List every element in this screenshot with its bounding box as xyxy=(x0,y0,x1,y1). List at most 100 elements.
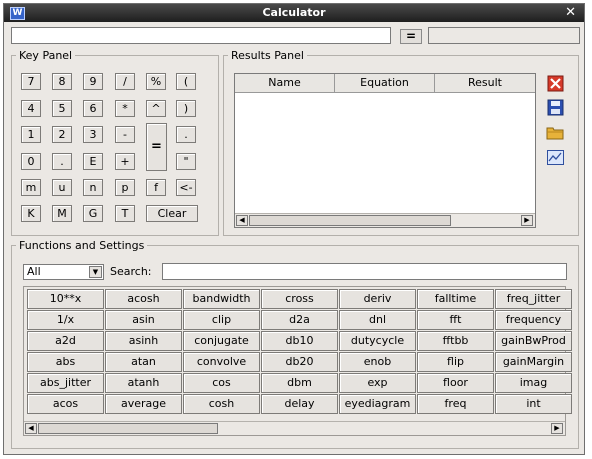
function-button[interactable]: atanh xyxy=(105,373,182,393)
function-button[interactable]: eyediagram xyxy=(339,394,416,414)
key-divide[interactable]: / xyxy=(115,73,135,90)
scroll-thumb[interactable] xyxy=(249,215,451,226)
chevron-down-icon[interactable]: ▼ xyxy=(89,266,102,278)
key-f[interactable]: f xyxy=(146,179,166,196)
function-button[interactable]: d2a xyxy=(261,310,338,330)
key-backspace[interactable]: <- xyxy=(176,179,196,196)
key-G[interactable]: G xyxy=(83,205,103,222)
results-table[interactable]: Name Equation Result ◀ ▶ xyxy=(234,73,536,228)
key-u[interactable]: u xyxy=(52,179,72,196)
function-button[interactable]: dnl xyxy=(339,310,416,330)
key-m[interactable]: m xyxy=(21,179,41,196)
key-dot[interactable]: . xyxy=(176,126,196,143)
function-button[interactable]: falltime xyxy=(417,289,494,309)
function-button[interactable]: 1/x xyxy=(27,310,104,330)
function-button[interactable]: imag xyxy=(495,373,572,393)
key-9[interactable]: 9 xyxy=(83,73,103,90)
key-p[interactable]: p xyxy=(115,179,135,196)
key-M[interactable]: M xyxy=(52,205,72,222)
key-5[interactable]: 5 xyxy=(52,100,72,117)
function-button[interactable]: gainBwProd xyxy=(495,331,572,351)
functions-scrollbar[interactable]: ◀ ▶ xyxy=(24,421,565,435)
scroll-thumb[interactable] xyxy=(38,423,218,434)
scroll-left-arrow-icon[interactable]: ◀ xyxy=(25,423,37,434)
delete-icon[interactable] xyxy=(546,75,565,92)
function-button[interactable]: freq xyxy=(417,394,494,414)
function-button[interactable]: cross xyxy=(261,289,338,309)
function-button[interactable]: acos xyxy=(27,394,104,414)
key-percent[interactable]: % xyxy=(146,73,166,90)
scroll-right-arrow-icon[interactable]: ▶ xyxy=(521,215,533,226)
evaluate-button[interactable]: = xyxy=(400,29,422,44)
function-button[interactable]: atan xyxy=(105,352,182,372)
key-K[interactable]: K xyxy=(21,205,41,222)
function-button[interactable]: fftbb xyxy=(417,331,494,351)
function-button[interactable]: average xyxy=(105,394,182,414)
function-button[interactable]: int xyxy=(495,394,572,414)
functions-panel-legend: Functions and Settings xyxy=(19,239,145,252)
function-button[interactable]: cosh xyxy=(183,394,260,414)
function-button[interactable]: abs_jitter xyxy=(27,373,104,393)
key-power[interactable]: ^ xyxy=(146,100,166,117)
function-button[interactable]: fft xyxy=(417,310,494,330)
function-filter-select[interactable]: All ▼ xyxy=(23,264,104,280)
function-button[interactable]: asinh xyxy=(105,331,182,351)
function-button[interactable]: gainMargin xyxy=(495,352,572,372)
function-button[interactable]: dutycycle xyxy=(339,331,416,351)
key-decimal[interactable]: . xyxy=(52,153,72,170)
key-equals[interactable]: = xyxy=(146,123,167,171)
scroll-left-arrow-icon[interactable]: ◀ xyxy=(236,215,248,226)
function-button[interactable]: db10 xyxy=(261,331,338,351)
key-minus[interactable]: - xyxy=(115,126,135,143)
function-button[interactable]: acosh xyxy=(105,289,182,309)
function-button[interactable]: bandwidth xyxy=(183,289,260,309)
key-1[interactable]: 1 xyxy=(21,126,41,143)
column-header-name[interactable]: Name xyxy=(235,74,335,93)
function-button[interactable]: clip xyxy=(183,310,260,330)
key-exponent[interactable]: E xyxy=(83,153,103,170)
key-2[interactable]: 2 xyxy=(52,126,72,143)
function-button[interactable]: dbm xyxy=(261,373,338,393)
key-4[interactable]: 4 xyxy=(21,100,41,117)
open-folder-icon[interactable] xyxy=(546,124,565,141)
clear-button[interactable]: Clear xyxy=(146,205,198,222)
scroll-right-arrow-icon[interactable]: ▶ xyxy=(551,423,563,434)
expression-input[interactable] xyxy=(11,27,391,44)
function-button[interactable]: cos xyxy=(183,373,260,393)
function-button[interactable]: delay xyxy=(261,394,338,414)
results-scrollbar[interactable]: ◀ ▶ xyxy=(235,213,535,227)
key-6[interactable]: 6 xyxy=(83,100,103,117)
function-button[interactable]: 10**x xyxy=(27,289,104,309)
search-input[interactable] xyxy=(162,263,567,280)
function-button[interactable]: abs xyxy=(27,352,104,372)
plot-icon[interactable] xyxy=(546,149,565,166)
title-bar[interactable]: W Calculator ✕ xyxy=(4,4,584,22)
function-button[interactable]: frequency xyxy=(495,310,572,330)
function-button[interactable]: db20 xyxy=(261,352,338,372)
function-button[interactable]: convolve xyxy=(183,352,260,372)
key-0[interactable]: 0 xyxy=(21,153,41,170)
function-button[interactable]: floor xyxy=(417,373,494,393)
function-button[interactable]: enob xyxy=(339,352,416,372)
save-icon[interactable] xyxy=(546,99,565,116)
key-T[interactable]: T xyxy=(115,205,135,222)
key-close-paren[interactable]: ) xyxy=(176,100,196,117)
key-multiply[interactable]: * xyxy=(115,100,135,117)
function-button[interactable]: flip xyxy=(417,352,494,372)
key-plus[interactable]: + xyxy=(115,153,135,170)
column-header-equation[interactable]: Equation xyxy=(335,74,435,93)
key-7[interactable]: 7 xyxy=(21,73,41,90)
key-8[interactable]: 8 xyxy=(52,73,72,90)
function-button[interactable]: exp xyxy=(339,373,416,393)
column-header-result[interactable]: Result xyxy=(435,74,535,93)
close-icon[interactable]: ✕ xyxy=(565,5,576,20)
key-3[interactable]: 3 xyxy=(83,126,103,143)
function-button[interactable]: freq_jitter xyxy=(495,289,572,309)
key-open-paren[interactable]: ( xyxy=(176,73,196,90)
function-button[interactable]: a2d xyxy=(27,331,104,351)
key-n[interactable]: n xyxy=(83,179,103,196)
function-button[interactable]: conjugate xyxy=(183,331,260,351)
function-button[interactable]: deriv xyxy=(339,289,416,309)
function-button[interactable]: asin xyxy=(105,310,182,330)
key-quote[interactable]: " xyxy=(176,153,196,170)
